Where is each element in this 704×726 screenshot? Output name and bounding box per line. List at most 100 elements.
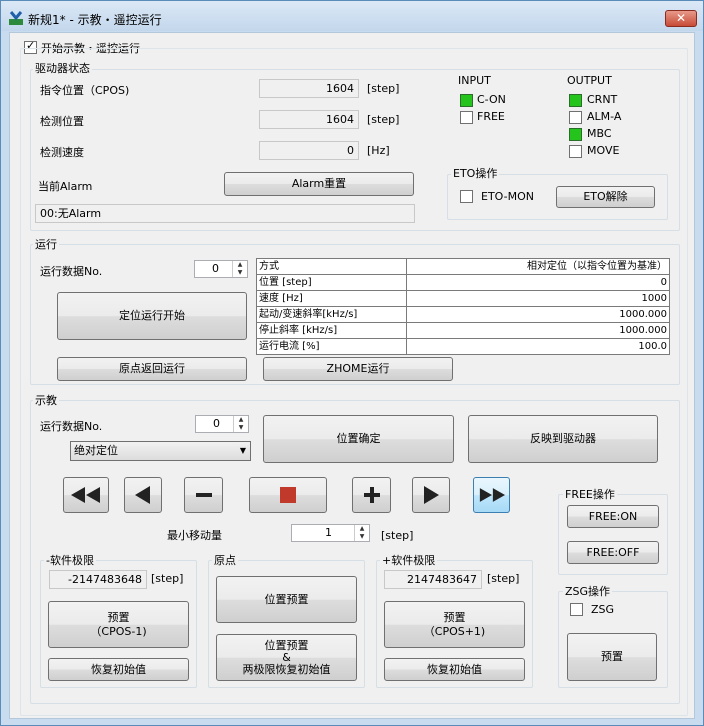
eto-release-button[interactable]: ETO解除 bbox=[556, 186, 655, 208]
output-led-alm-a bbox=[569, 111, 582, 124]
origin-preset-button[interactable]: 位置预置 bbox=[216, 576, 357, 623]
zhome-run-button[interactable]: ZHOME运行 bbox=[263, 357, 453, 381]
pos-preset-button[interactable]: 预置 （CPOS+1) bbox=[384, 601, 525, 648]
table-row: 速度 [Hz] 1000 bbox=[256, 290, 670, 307]
fast-forward-button[interactable] bbox=[473, 477, 510, 513]
output-led-mbc bbox=[569, 128, 582, 141]
teach-data-no-value: 0 bbox=[213, 417, 220, 430]
min-move-unit: [step] bbox=[381, 529, 414, 542]
pos-restore-button[interactable]: 恢复初始值 bbox=[384, 658, 525, 681]
param-value[interactable]: 100.0 bbox=[406, 338, 670, 355]
pos-limit-value: 2147483647 bbox=[384, 570, 482, 589]
origin-title: 原点 bbox=[212, 554, 238, 567]
app-icon bbox=[9, 11, 23, 25]
spinner-arrows-icon[interactable]: ▲ ▼ bbox=[233, 416, 248, 432]
origin-preset-restore-button[interactable]: 位置预置 & 两极限恢复初始值 bbox=[216, 634, 357, 681]
free-title: FREE操作 bbox=[563, 488, 617, 501]
cmd-pos-label: 指令位置（CPOS) bbox=[40, 84, 130, 97]
input-label-c-on: C-ON bbox=[477, 93, 506, 106]
run-data-no-value: 0 bbox=[212, 262, 219, 275]
pos-preset-sub: （CPOS+1) bbox=[423, 624, 486, 638]
det-pos-value: 1604 bbox=[259, 110, 359, 129]
position-confirm-button[interactable]: 位置确定 bbox=[263, 415, 454, 463]
teach-data-no-label: 运行数据No. bbox=[40, 420, 103, 433]
param-value[interactable]: 1000.000 bbox=[406, 306, 670, 323]
jog-plus-button[interactable] bbox=[352, 477, 391, 513]
teach-title: 示教 bbox=[33, 394, 59, 407]
neg-limit-title: -软件极限 bbox=[44, 554, 96, 567]
param-value[interactable]: 相对定位（以指令位置为基准） bbox=[406, 258, 670, 275]
pos-preset-label: 预置 bbox=[443, 610, 466, 624]
step-reverse-button[interactable] bbox=[124, 477, 162, 513]
fast-reverse-button[interactable] bbox=[63, 477, 109, 513]
input-led-c-on bbox=[460, 94, 473, 107]
zsg-title: ZSG操作 bbox=[563, 585, 613, 598]
pos-limit-title: +软件极限 bbox=[380, 554, 438, 567]
det-spd-unit: [Hz] bbox=[367, 144, 390, 157]
minus-icon bbox=[195, 493, 212, 497]
table-row: 运行电流 [%] 100.0 bbox=[256, 338, 670, 355]
plus-icon bbox=[363, 487, 380, 503]
table-row: 位置 [step] 0 bbox=[256, 274, 670, 291]
run-params-table: 方式 相对定位（以指令位置为基准） 位置 [step] 0 速度 [Hz] 1000 … bbox=[256, 258, 670, 355]
positioning-start-button[interactable]: 定位运行开始 bbox=[57, 292, 247, 340]
neg-preset-sub: （CPOS-1) bbox=[90, 624, 147, 638]
neg-preset-button[interactable]: 预置 （CPOS-1) bbox=[48, 601, 189, 648]
free-off-button[interactable]: FREE:OFF bbox=[567, 541, 659, 564]
window-title: 新规1* - 示教・遥控运行 bbox=[28, 13, 162, 27]
output-label-move: MOVE bbox=[587, 144, 620, 157]
output-led-move bbox=[569, 145, 582, 158]
run-data-no-spinner[interactable]: 0 ▲ ▼ bbox=[194, 260, 248, 278]
origin-both-line2: & bbox=[282, 650, 291, 664]
output-led-crnt bbox=[569, 94, 582, 107]
output-label-mbc: MBC bbox=[587, 127, 612, 140]
chevron-down-icon: ▼ bbox=[239, 446, 246, 455]
param-value[interactable]: 1000 bbox=[406, 290, 670, 307]
eto-mon-checkbox bbox=[460, 190, 473, 203]
spinner-arrows-icon[interactable]: ▲ ▼ bbox=[354, 525, 369, 541]
play-icon bbox=[424, 486, 439, 504]
free-on-button[interactable]: FREE:ON bbox=[567, 505, 659, 528]
param-name: 运行电流 [%] bbox=[256, 338, 407, 355]
neg-limit-unit: [step] bbox=[151, 572, 184, 585]
param-name: 方式 bbox=[256, 258, 407, 275]
param-name: 位置 [step] bbox=[256, 274, 407, 291]
det-spd-label: 检测速度 bbox=[40, 146, 84, 159]
input-led-free bbox=[460, 111, 473, 124]
cmd-pos-value: 1604 bbox=[259, 79, 359, 98]
table-row: 起动/变速斜率[kHz/s] 1000.000 bbox=[256, 306, 670, 323]
client-area: 开始示教・遥控运行 驱动器状态 指令位置（CPOS) 1604 [step] 检… bbox=[9, 32, 695, 719]
stop-icon bbox=[280, 487, 296, 503]
output-label-alm-a: ALM-A bbox=[587, 110, 622, 123]
neg-limit-value: -2147483648 bbox=[49, 570, 147, 589]
zsg-preset-button[interactable]: 预置 bbox=[567, 633, 657, 681]
input-label-free: FREE bbox=[477, 110, 505, 123]
jog-minus-button[interactable] bbox=[184, 477, 223, 513]
fast-forward-icon bbox=[479, 488, 505, 502]
table-row: 停止斜率 [kHz/s] 1000.000 bbox=[256, 322, 670, 339]
min-move-label: 最小移动量 bbox=[167, 529, 222, 542]
stop-button[interactable] bbox=[249, 477, 327, 513]
origin-both-line1: 位置预置 bbox=[264, 638, 309, 652]
param-value[interactable]: 1000.000 bbox=[406, 322, 670, 339]
min-move-spinner[interactable]: 1 ▲ ▼ bbox=[291, 524, 370, 542]
pos-limit-unit: [step] bbox=[487, 572, 520, 585]
teach-mode-select[interactable]: 绝对定位 ▼ bbox=[70, 441, 251, 461]
param-value[interactable]: 0 bbox=[406, 274, 670, 291]
neg-restore-button[interactable]: 恢复初始值 bbox=[48, 658, 189, 681]
title-bar: 新规1* - 示教・遥控运行 ✕ bbox=[1, 1, 703, 31]
alarm-value: 00:无Alarm bbox=[35, 204, 415, 223]
alarm-reset-button[interactable]: Alarm重置 bbox=[224, 172, 414, 196]
zsg-checkbox bbox=[570, 603, 583, 616]
reflect-to-driver-button[interactable]: 反映到驱动器 bbox=[468, 415, 658, 463]
spinner-arrows-icon[interactable]: ▲ ▼ bbox=[232, 261, 247, 277]
run-title: 运行 bbox=[33, 238, 59, 251]
output-title: OUTPUT bbox=[567, 74, 612, 87]
origin-both-line3: 两极限恢复初始值 bbox=[242, 662, 331, 676]
param-name: 速度 [Hz] bbox=[256, 290, 407, 307]
step-forward-button[interactable] bbox=[412, 477, 450, 513]
input-title: INPUT bbox=[458, 74, 491, 87]
home-return-button[interactable]: 原点返回运行 bbox=[57, 357, 247, 381]
close-button[interactable]: ✕ bbox=[665, 10, 697, 27]
teach-data-no-spinner[interactable]: 0 ▲ ▼ bbox=[195, 415, 249, 433]
